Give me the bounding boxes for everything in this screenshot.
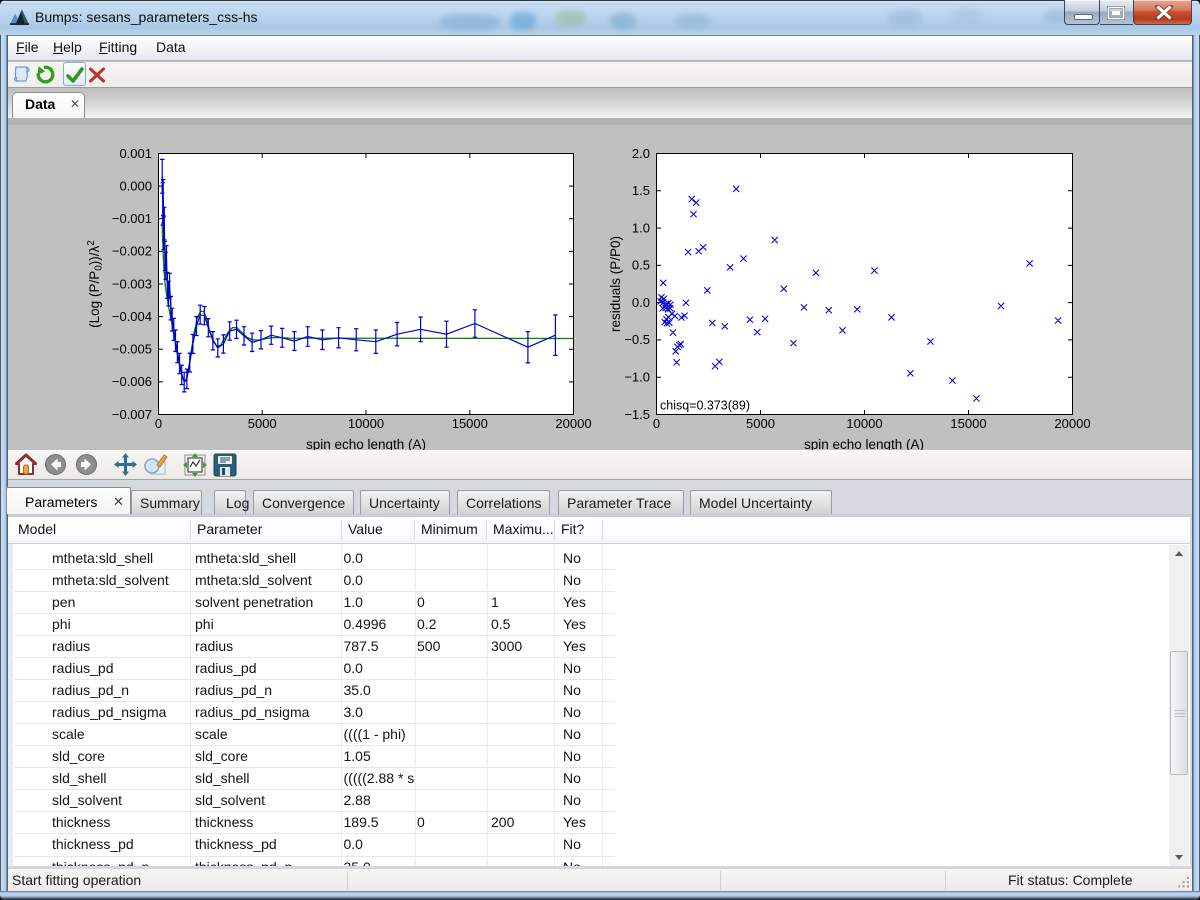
svg-text:−1.0: −1.0 — [624, 370, 650, 385]
svg-text:−0.005: −0.005 — [112, 342, 152, 357]
svg-text:1.5: 1.5 — [632, 183, 650, 198]
svg-text:2.0: 2.0 — [632, 146, 650, 161]
svg-text:0.000: 0.000 — [119, 178, 152, 193]
svg-text:1.0: 1.0 — [632, 220, 650, 235]
svg-text:10000: 10000 — [348, 416, 384, 431]
svg-text:5000: 5000 — [746, 416, 775, 431]
svg-text:5000: 5000 — [248, 416, 277, 431]
svg-text:−0.5: −0.5 — [624, 332, 650, 347]
svg-text:residuals (P/P0): residuals (P/P0) — [608, 236, 623, 332]
svg-text:(Log (P/P0))/λ2: (Log (P/P0))/λ2 — [86, 240, 105, 328]
svg-text:chisq=0.373(89): chisq=0.373(89) — [660, 399, 750, 413]
svg-text:0.5: 0.5 — [632, 258, 650, 273]
svg-text:0.001: 0.001 — [119, 146, 152, 161]
svg-text:15000: 15000 — [950, 416, 986, 431]
svg-text:−1.5: −1.5 — [624, 407, 650, 422]
svg-text:−0.003: −0.003 — [112, 276, 152, 291]
svg-text:−0.004: −0.004 — [112, 309, 152, 324]
svg-text:−0.001: −0.001 — [112, 211, 152, 226]
svg-text:0: 0 — [653, 416, 660, 431]
svg-text:10000: 10000 — [846, 416, 882, 431]
svg-text:0.0: 0.0 — [632, 295, 650, 310]
svg-text:−0.002: −0.002 — [112, 244, 152, 259]
svg-text:−0.006: −0.006 — [112, 374, 152, 389]
svg-text:−0.007: −0.007 — [112, 407, 152, 422]
svg-text:15000: 15000 — [452, 416, 488, 431]
svg-text:20000: 20000 — [1054, 416, 1090, 431]
svg-text:0: 0 — [155, 416, 162, 431]
svg-text:20000: 20000 — [555, 416, 591, 431]
